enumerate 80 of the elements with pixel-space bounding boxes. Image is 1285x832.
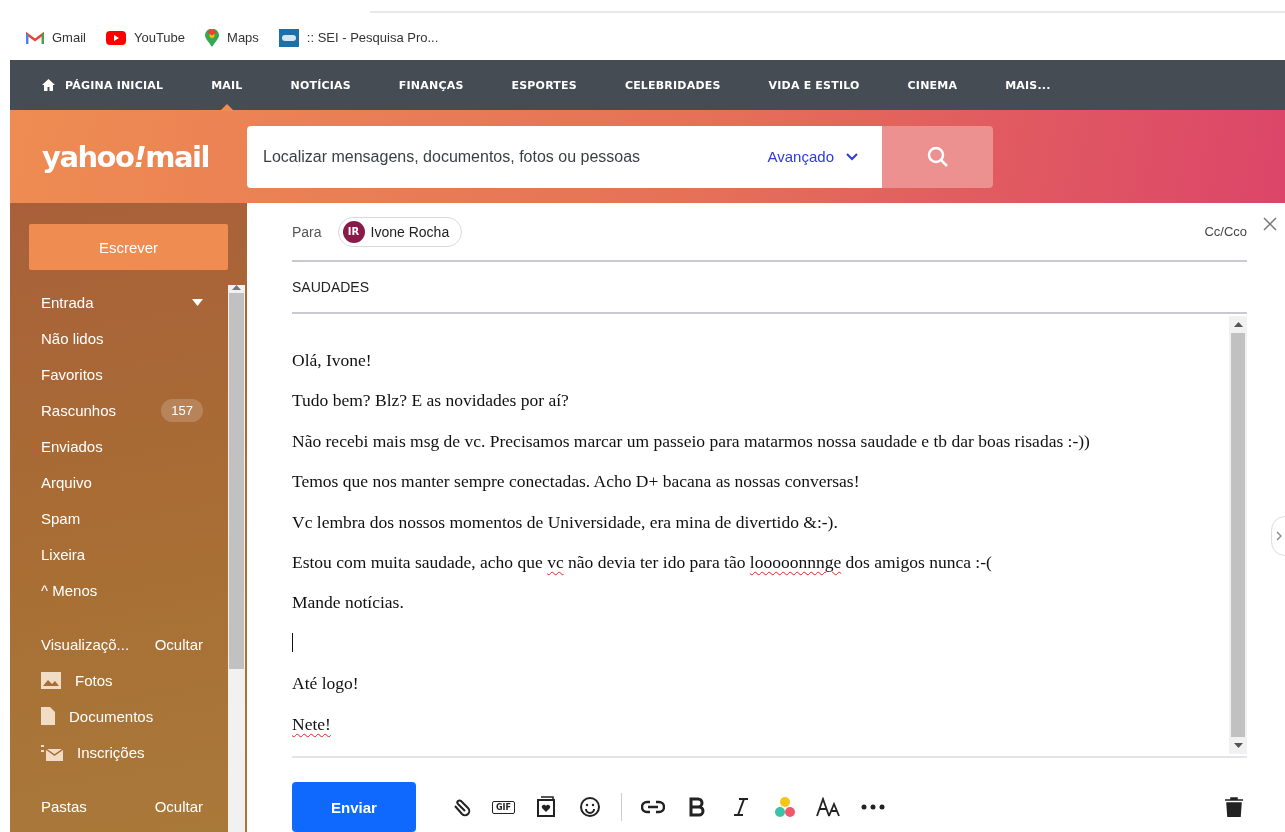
nav-tab[interactable]: MAIS... xyxy=(1005,60,1051,110)
bookmark-link[interactable]: Gmail xyxy=(26,30,86,45)
body-line: Não recebi mais msg de vc. Precisamos marcar um passeio para matarmos nossa saudade e tb dar boas risadas :-)) xyxy=(292,430,1090,453)
nav-tab[interactable]: NOTÍCIAS xyxy=(290,60,351,110)
site-favicon-icon xyxy=(278,28,299,47)
to-label: Para xyxy=(292,223,322,240)
folder-item[interactable]: Favoritos xyxy=(41,356,203,392)
recipient-avatar: IR xyxy=(342,220,365,243)
nav-tab[interactable]: MAIL xyxy=(211,60,243,110)
folder-item[interactable]: Não lidos xyxy=(41,320,203,356)
bookmark-link[interactable]: :: SEI - Pesquisa Pro... xyxy=(278,28,439,47)
cc-bcc-link[interactable]: Cc/Cco xyxy=(1204,224,1247,239)
hide-link[interactable]: Ocultar xyxy=(154,797,203,815)
folder-item[interactable]: Arquivo xyxy=(41,464,203,500)
close-icon xyxy=(1263,217,1277,231)
font-size-icon xyxy=(816,797,842,817)
gif-button[interactable]: GIF xyxy=(492,800,515,814)
heart-card-icon xyxy=(536,796,556,818)
send-button[interactable]: Enviar xyxy=(292,782,416,832)
text-cursor xyxy=(292,632,293,652)
body-line: Estou com muita saudade, acho que vc não devia ter ido para tão looooonnnge dos amigos nunca :-( xyxy=(292,552,992,575)
color-dots-icon xyxy=(774,796,796,818)
link-icon xyxy=(641,800,665,814)
view-item[interactable]: Inscrições xyxy=(41,734,203,770)
nav-tab[interactable]: FINANÇAS xyxy=(398,60,464,110)
search-field[interactable]: Localizar mensagens, documentos, fotos ou pessoas Avançado xyxy=(247,125,882,188)
advanced-search-button[interactable]: Avançado xyxy=(761,147,864,166)
folder-item[interactable]: Rascunhos 157 xyxy=(41,392,203,428)
italic-icon xyxy=(733,797,749,817)
emoji-button[interactable] xyxy=(577,794,603,820)
nav-tab[interactable]: CELEBRIDADES xyxy=(624,60,721,110)
caret-down-icon xyxy=(192,298,203,306)
nav-tab[interactable]: PÁGINA INICIAL xyxy=(42,60,164,110)
body-line: Até logo! xyxy=(292,673,359,696)
bold-icon xyxy=(689,797,705,817)
chevron-right-icon xyxy=(1276,531,1282,541)
play-icon xyxy=(105,30,126,45)
body-line: Temos que nos manter sempre conectadas. Acho D+ bacana as nossas conversas! xyxy=(292,471,860,494)
folder-item[interactable]: Entrada xyxy=(41,284,203,320)
body-line: Vc lembra dos nossos momentos de Universidade, era mina de divertido &:-). xyxy=(292,511,838,534)
body-line: Nete! xyxy=(292,713,331,736)
document-icon xyxy=(41,707,55,725)
scrollbar[interactable] xyxy=(1229,316,1247,754)
nav-tab[interactable]: ESPORTES xyxy=(511,60,577,110)
chevron-down-icon xyxy=(846,152,858,161)
stacked-envelope-icon xyxy=(41,743,63,761)
yahoo-mail-logo: yahoo!mail xyxy=(41,139,210,174)
image-icon xyxy=(41,671,61,689)
view-item[interactable]: Documentos xyxy=(41,698,203,734)
body-line: Mande notícias. xyxy=(292,592,404,615)
envelope-m-icon xyxy=(26,30,44,45)
less-toggle[interactable]: ^ Menos xyxy=(41,572,203,608)
scroll-up-icon xyxy=(1233,322,1243,328)
section-title: Visualizaçõ... xyxy=(41,635,130,653)
view-item[interactable]: Fotos xyxy=(41,662,203,698)
section-title: Pastas xyxy=(41,797,87,815)
trash-icon xyxy=(1224,797,1244,817)
count-badge: 157 xyxy=(161,398,203,422)
body-line: Olá, Ivone! xyxy=(292,350,372,373)
folder-item[interactable]: Spam xyxy=(41,500,203,536)
hide-link[interactable]: Ocultar xyxy=(154,635,203,653)
body-line: Tudo bem? Blz? E as novidades por aí? xyxy=(292,390,569,413)
text-color-button[interactable] xyxy=(772,794,798,820)
scroll-up-icon xyxy=(232,285,241,290)
home-icon xyxy=(42,79,55,91)
nav-tab[interactable]: VIDA E ESTILO xyxy=(768,60,860,110)
scrollbar[interactable] xyxy=(228,285,245,832)
nav-tab[interactable]: CINEMA xyxy=(907,60,958,110)
folder-item[interactable]: Enviados xyxy=(41,428,203,464)
scroll-down-icon xyxy=(1233,743,1243,748)
search-icon xyxy=(925,144,950,169)
paperclip-icon xyxy=(451,797,471,817)
smiley-icon xyxy=(579,796,601,818)
message-body-field[interactable] xyxy=(292,314,1247,754)
folder-item[interactable]: Lixeira xyxy=(41,536,203,572)
more-icon xyxy=(861,804,885,810)
bookmark-link[interactable]: YouTube xyxy=(105,30,186,45)
subject-field[interactable]: SAUDADES xyxy=(292,279,370,296)
map-pin-icon xyxy=(205,28,220,47)
bookmark-link[interactable]: Maps xyxy=(205,28,259,47)
